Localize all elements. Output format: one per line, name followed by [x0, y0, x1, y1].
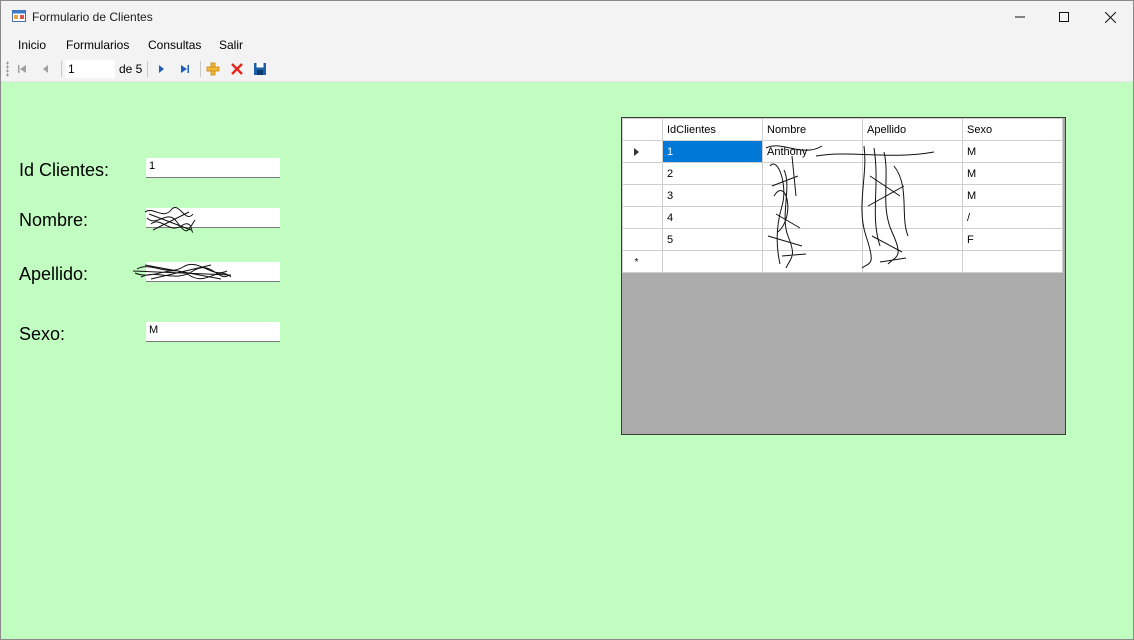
- form-app-icon: [12, 10, 26, 22]
- close-button[interactable]: [1087, 1, 1133, 33]
- close-icon: [1104, 11, 1116, 23]
- maximize-icon: [1059, 12, 1069, 22]
- binding-navigator: 1 de 5: [1, 57, 1133, 82]
- toolbar-separator: [61, 61, 62, 77]
- toolbar-separator: [147, 61, 148, 77]
- grid-cell-sexo[interactable]: M: [962, 140, 1063, 163]
- grid-cell-sexo[interactable]: /: [962, 206, 1063, 229]
- new-row-header[interactable]: *: [622, 250, 663, 273]
- grid-cell-apellido[interactable]: [862, 184, 963, 207]
- title-bar[interactable]: Formulario de Clientes: [1, 1, 1133, 33]
- grid-cell-new[interactable]: [762, 250, 863, 273]
- menu-bar: Inicio Formularios Consultas Salir: [1, 33, 1133, 57]
- column-header-nombre[interactable]: Nombre: [762, 118, 863, 141]
- grid-cell-nombre[interactable]: [762, 184, 863, 207]
- table-row[interactable]: 5 F: [622, 228, 1063, 251]
- grid-cell-idclientes[interactable]: 4: [662, 206, 763, 229]
- grid-cell-nombre[interactable]: [762, 162, 863, 185]
- grid-cell-apellido[interactable]: [862, 140, 963, 163]
- move-last-button[interactable]: [177, 61, 193, 77]
- menu-salir[interactable]: Salir: [219, 38, 243, 52]
- move-first-icon: [18, 65, 26, 73]
- sexo-label: Sexo:: [19, 324, 66, 344]
- grid-corner-header[interactable]: [622, 118, 663, 141]
- column-header-sexo[interactable]: Sexo: [962, 118, 1063, 141]
- row-header[interactable]: [622, 162, 663, 185]
- row-header-current[interactable]: [622, 140, 663, 163]
- table-row[interactable]: 4 /: [622, 206, 1063, 229]
- table-row[interactable]: 1 Anthony M: [622, 140, 1063, 163]
- row-header[interactable]: [622, 206, 663, 229]
- grid-cell-nombre[interactable]: [762, 228, 863, 251]
- app-window: Formulario de Clientes Inicio Formulario…: [0, 0, 1134, 640]
- grid-cell-idclientes[interactable]: 3: [662, 184, 763, 207]
- id-clientes-field[interactable]: 1: [146, 158, 280, 178]
- grid-cell-new[interactable]: [962, 250, 1063, 273]
- table-row[interactable]: 3 M: [622, 184, 1063, 207]
- menu-inicio[interactable]: Inicio: [18, 38, 46, 52]
- grid-cell-idclientes[interactable]: 2: [662, 162, 763, 185]
- save-icon: [254, 63, 266, 75]
- add-new-button[interactable]: [205, 61, 221, 77]
- delete-button[interactable]: [229, 61, 245, 77]
- new-row-marker-icon: *: [634, 256, 639, 268]
- grid-cell-nombre[interactable]: [762, 206, 863, 229]
- minimize-icon: [1015, 16, 1025, 18]
- apellido-label: Apellido:: [19, 264, 89, 284]
- grid-cell-nombre[interactable]: Anthony: [762, 140, 863, 163]
- column-header-idclientes[interactable]: IdClientes: [662, 118, 763, 141]
- move-previous-icon: [43, 65, 48, 73]
- column-header-apellido[interactable]: Apellido: [862, 118, 963, 141]
- table-row[interactable]: 2 M: [622, 162, 1063, 185]
- nombre-label: Nombre:: [19, 210, 89, 230]
- add-icon: [206, 62, 220, 76]
- grid-table: IdClientes Nombre Apellido Sexo 1 Anthon…: [622, 118, 1063, 273]
- move-last-icon: [181, 65, 189, 73]
- delete-icon: [231, 63, 243, 75]
- new-row[interactable]: *: [622, 250, 1063, 273]
- grid-cell-sexo[interactable]: M: [962, 162, 1063, 185]
- nombre-field[interactable]: [146, 208, 280, 228]
- clientes-data-grid[interactable]: IdClientes Nombre Apellido Sexo 1 Anthon…: [621, 117, 1066, 435]
- menu-consultas[interactable]: Consultas: [148, 38, 201, 52]
- save-button[interactable]: [252, 61, 268, 77]
- toolbar-separator: [200, 61, 201, 77]
- grid-cell-idclientes[interactable]: 1: [662, 140, 763, 163]
- maximize-button[interactable]: [1041, 1, 1087, 33]
- sexo-field[interactable]: M: [146, 322, 280, 342]
- move-first-button[interactable]: [14, 61, 30, 77]
- grid-cell-sexo[interactable]: F: [962, 228, 1063, 251]
- count-label: de 5: [119, 62, 143, 76]
- grid-cell-apellido[interactable]: [862, 206, 963, 229]
- toolbar-grip[interactable]: [6, 61, 9, 77]
- position-input[interactable]: 1: [65, 60, 115, 78]
- grid-cell-new[interactable]: [862, 250, 963, 273]
- grid-cell-idclientes[interactable]: 5: [662, 228, 763, 251]
- current-row-arrow-icon: [634, 147, 639, 156]
- grid-cell-new[interactable]: [662, 250, 763, 273]
- move-next-icon: [159, 65, 164, 73]
- move-next-button[interactable]: [153, 61, 169, 77]
- grid-cell-sexo[interactable]: M: [962, 184, 1063, 207]
- move-previous-button[interactable]: [38, 61, 54, 77]
- grid-cell-apellido[interactable]: [862, 162, 963, 185]
- window-title: Formulario de Clientes: [32, 10, 153, 24]
- minimize-button[interactable]: [997, 1, 1043, 33]
- row-header[interactable]: [622, 184, 663, 207]
- menu-formularios[interactable]: Formularios: [66, 38, 129, 52]
- row-header[interactable]: [622, 228, 663, 251]
- grid-cell-apellido[interactable]: [862, 228, 963, 251]
- apellido-field[interactable]: [146, 262, 280, 282]
- grid-header-row: IdClientes Nombre Apellido Sexo: [622, 118, 1063, 141]
- id-clientes-label: Id Clientes:: [19, 160, 110, 180]
